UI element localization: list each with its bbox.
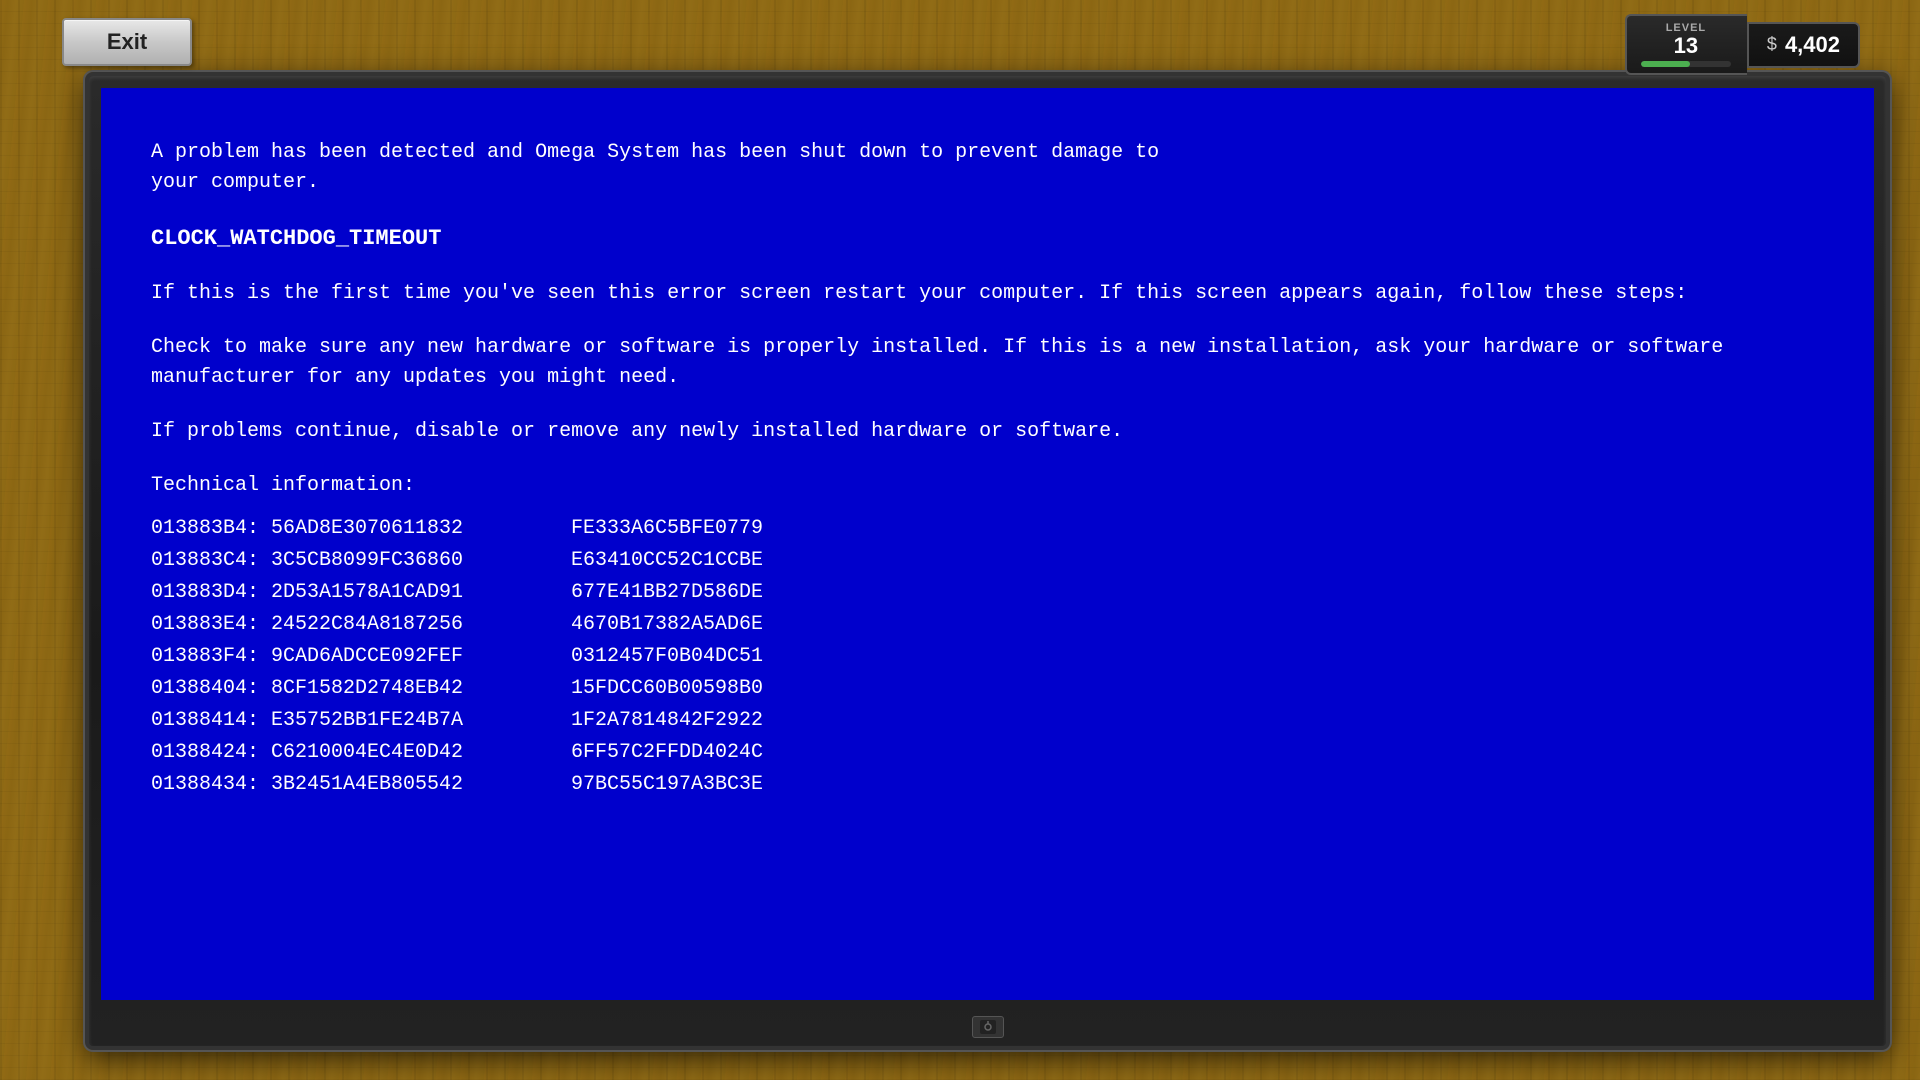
tech-addr: 01388434: 3B2451A4EB805542 xyxy=(151,769,531,801)
tech-addr: 013883F4: 9CAD6ADCCE092FEF xyxy=(151,641,531,673)
level-bar-container xyxy=(1641,61,1731,67)
bsod-line1: A problem has been detected and Omega Sy… xyxy=(151,138,1824,198)
tech-val2: 6FF57C2FFDD4024C xyxy=(571,737,763,769)
table-row: 01388404: 8CF1582D2748EB42 15FDCC60B00598… xyxy=(151,673,1824,705)
level-panel: LEVEL 13 xyxy=(1625,14,1747,75)
table-row: 013883E4: 24522C84A8187256 4670B17382A5AD… xyxy=(151,609,1824,641)
tech-addr: 013883E4: 24522C84A8187256 xyxy=(151,609,531,641)
tech-addr: 01388404: 8CF1582D2748EB42 xyxy=(151,673,531,705)
exit-button[interactable]: Exit xyxy=(62,18,192,66)
tech-addr: 013883B4: 56AD8E3070611832 xyxy=(151,513,531,545)
table-row: 013883B4: 56AD8E3070611832 FE333A6C5BFE07… xyxy=(151,513,1824,545)
tech-val2: FE333A6C5BFE0779 xyxy=(571,513,763,545)
tech-addr: 013883C4: 3C5CB8099FC36860 xyxy=(151,545,531,577)
table-row: 01388434: 3B2451A4EB805542 97BC55C197A3BC… xyxy=(151,769,1824,801)
bsod-error-code: CLOCK_WATCHDOG_TIMEOUT xyxy=(151,222,1824,255)
monitor: A problem has been detected and Omega Sy… xyxy=(85,72,1890,1050)
tech-info: Technical information: 013883B4: 56AD8E3… xyxy=(151,471,1824,801)
tech-table: 013883B4: 56AD8E3070611832 FE333A6C5BFE07… xyxy=(151,513,1824,801)
money-value: 4,402 xyxy=(1785,32,1840,58)
monitor-screen: A problem has been detected and Omega Sy… xyxy=(101,88,1874,1000)
tech-addr: 01388424: C6210004EC4E0D42 xyxy=(151,737,531,769)
level-bar-fill xyxy=(1641,61,1691,67)
bsod-content: A problem has been detected and Omega Sy… xyxy=(101,88,1874,831)
tech-val2: 677E41BB27D586DE xyxy=(571,577,763,609)
table-row: 01388424: C6210004EC4E0D42 6FF57C2FFDD402… xyxy=(151,737,1824,769)
bsod-para4: If problems continue, disable or remove … xyxy=(151,417,1824,447)
money-panel: $ 4,402 xyxy=(1747,22,1860,68)
tech-addr: 01388414: E35752BB1FE24B7A xyxy=(151,705,531,737)
table-row: 01388414: E35752BB1FE24B7A 1F2A7814842F29… xyxy=(151,705,1824,737)
tech-val2: 15FDCC60B00598B0 xyxy=(571,673,763,705)
hud-panel: LEVEL 13 $ 4,402 xyxy=(1625,14,1860,75)
bsod-para2: If this is the first time you've seen th… xyxy=(151,279,1824,309)
tech-val2: 4670B17382A5AD6E xyxy=(571,609,763,641)
money-icon: $ xyxy=(1767,34,1777,55)
bsod-para3: Check to make sure any new hardware or s… xyxy=(151,333,1824,393)
tech-val2: E63410CC52C1CCBE xyxy=(571,545,763,577)
tech-addr: 013883D4: 2D53A1578A1CAD91 xyxy=(151,577,531,609)
level-value: 13 xyxy=(1674,34,1698,58)
tech-title: Technical information: xyxy=(151,471,1824,501)
monitor-power-icon xyxy=(972,1016,1004,1038)
tech-val2: 1F2A7814842F2922 xyxy=(571,705,763,737)
table-row: 013883F4: 9CAD6ADCCE092FEF 0312457F0B04DC… xyxy=(151,641,1824,673)
table-row: 013883C4: 3C5CB8099FC36860 E63410CC52C1CC… xyxy=(151,545,1824,577)
table-row: 013883D4: 2D53A1578A1CAD91 677E41BB27D586… xyxy=(151,577,1824,609)
monitor-bottom xyxy=(89,1008,1886,1046)
tech-val2: 97BC55C197A3BC3E xyxy=(571,769,763,801)
tech-val2: 0312457F0B04DC51 xyxy=(571,641,763,673)
